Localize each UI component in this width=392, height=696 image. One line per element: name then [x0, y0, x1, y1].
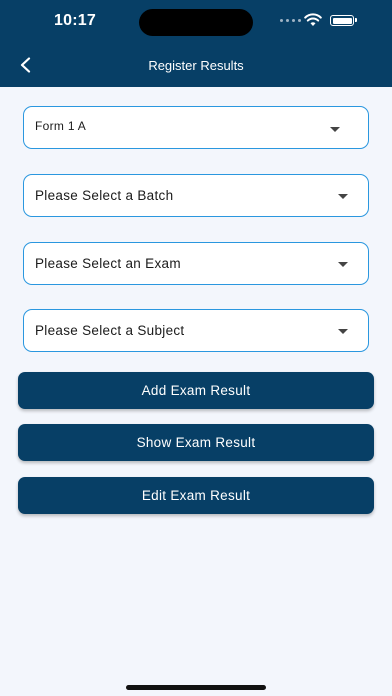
- app-header: 10:17 Register Results: [0, 0, 392, 87]
- page-title: Register Results: [148, 58, 244, 73]
- class-select-value: Form 1 A: [35, 119, 87, 133]
- caret-down-icon: [338, 262, 348, 267]
- exam-select[interactable]: Please Select an Exam: [23, 242, 369, 285]
- cellular-signal-icon: [280, 19, 302, 23]
- class-select[interactable]: Form 1 A: [23, 106, 369, 149]
- wifi-icon: [304, 13, 322, 26]
- subject-select-value: Please Select a Subject: [35, 323, 185, 338]
- add-exam-result-button[interactable]: Add Exam Result: [18, 372, 374, 409]
- edit-exam-result-button[interactable]: Edit Exam Result: [18, 477, 374, 514]
- dynamic-island: [139, 9, 253, 36]
- battery-icon: [330, 15, 354, 26]
- caret-down-icon: [338, 329, 348, 334]
- exam-select-value: Please Select an Exam: [35, 256, 181, 271]
- home-indicator: [126, 685, 266, 690]
- batch-select-value: Please Select a Batch: [35, 188, 174, 203]
- show-exam-result-button[interactable]: Show Exam Result: [18, 424, 374, 461]
- caret-down-icon: [338, 194, 348, 199]
- subject-select[interactable]: Please Select a Subject: [23, 309, 369, 352]
- status-time: 10:17: [54, 12, 96, 29]
- batch-select[interactable]: Please Select a Batch: [23, 174, 369, 217]
- caret-down-icon: [330, 127, 340, 132]
